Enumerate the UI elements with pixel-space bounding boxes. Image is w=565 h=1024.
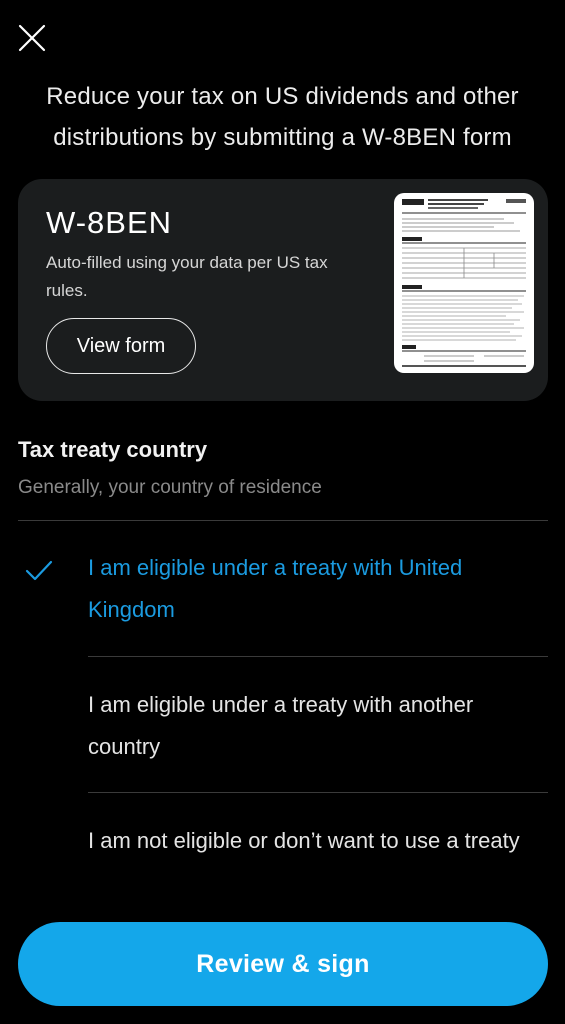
w8ben-card: W-8BEN Auto-filled using your data per U…	[18, 179, 548, 401]
section-divider	[18, 520, 548, 521]
review-and-sign-button[interactable]: Review & sign	[18, 922, 548, 1006]
form-thumbnail[interactable]	[394, 193, 534, 373]
option-treaty-another-country[interactable]: I am eligible under a treaty with anothe…	[88, 684, 548, 768]
close-button[interactable]	[14, 20, 50, 56]
intro-text: Reduce your tax on US dividends and othe…	[46, 83, 519, 151]
close-icon	[18, 24, 46, 52]
section-subtitle: Generally, your country of residence	[18, 477, 322, 498]
option-divider	[88, 656, 548, 657]
option-treaty-united-kingdom[interactable]: I am eligible under a treaty with United…	[88, 547, 548, 631]
document-thumbnail-icon	[402, 199, 526, 367]
view-form-button[interactable]: View form	[46, 318, 196, 374]
form-description: Auto-filled using your data per US tax r…	[46, 253, 328, 300]
form-title: W-8BEN	[46, 205, 173, 240]
checkmark-icon	[25, 560, 53, 581]
option-divider	[88, 792, 548, 793]
option-no-treaty[interactable]: I am not eligible or don’t want to use a…	[88, 820, 548, 862]
section-title: Tax treaty country	[18, 437, 208, 462]
